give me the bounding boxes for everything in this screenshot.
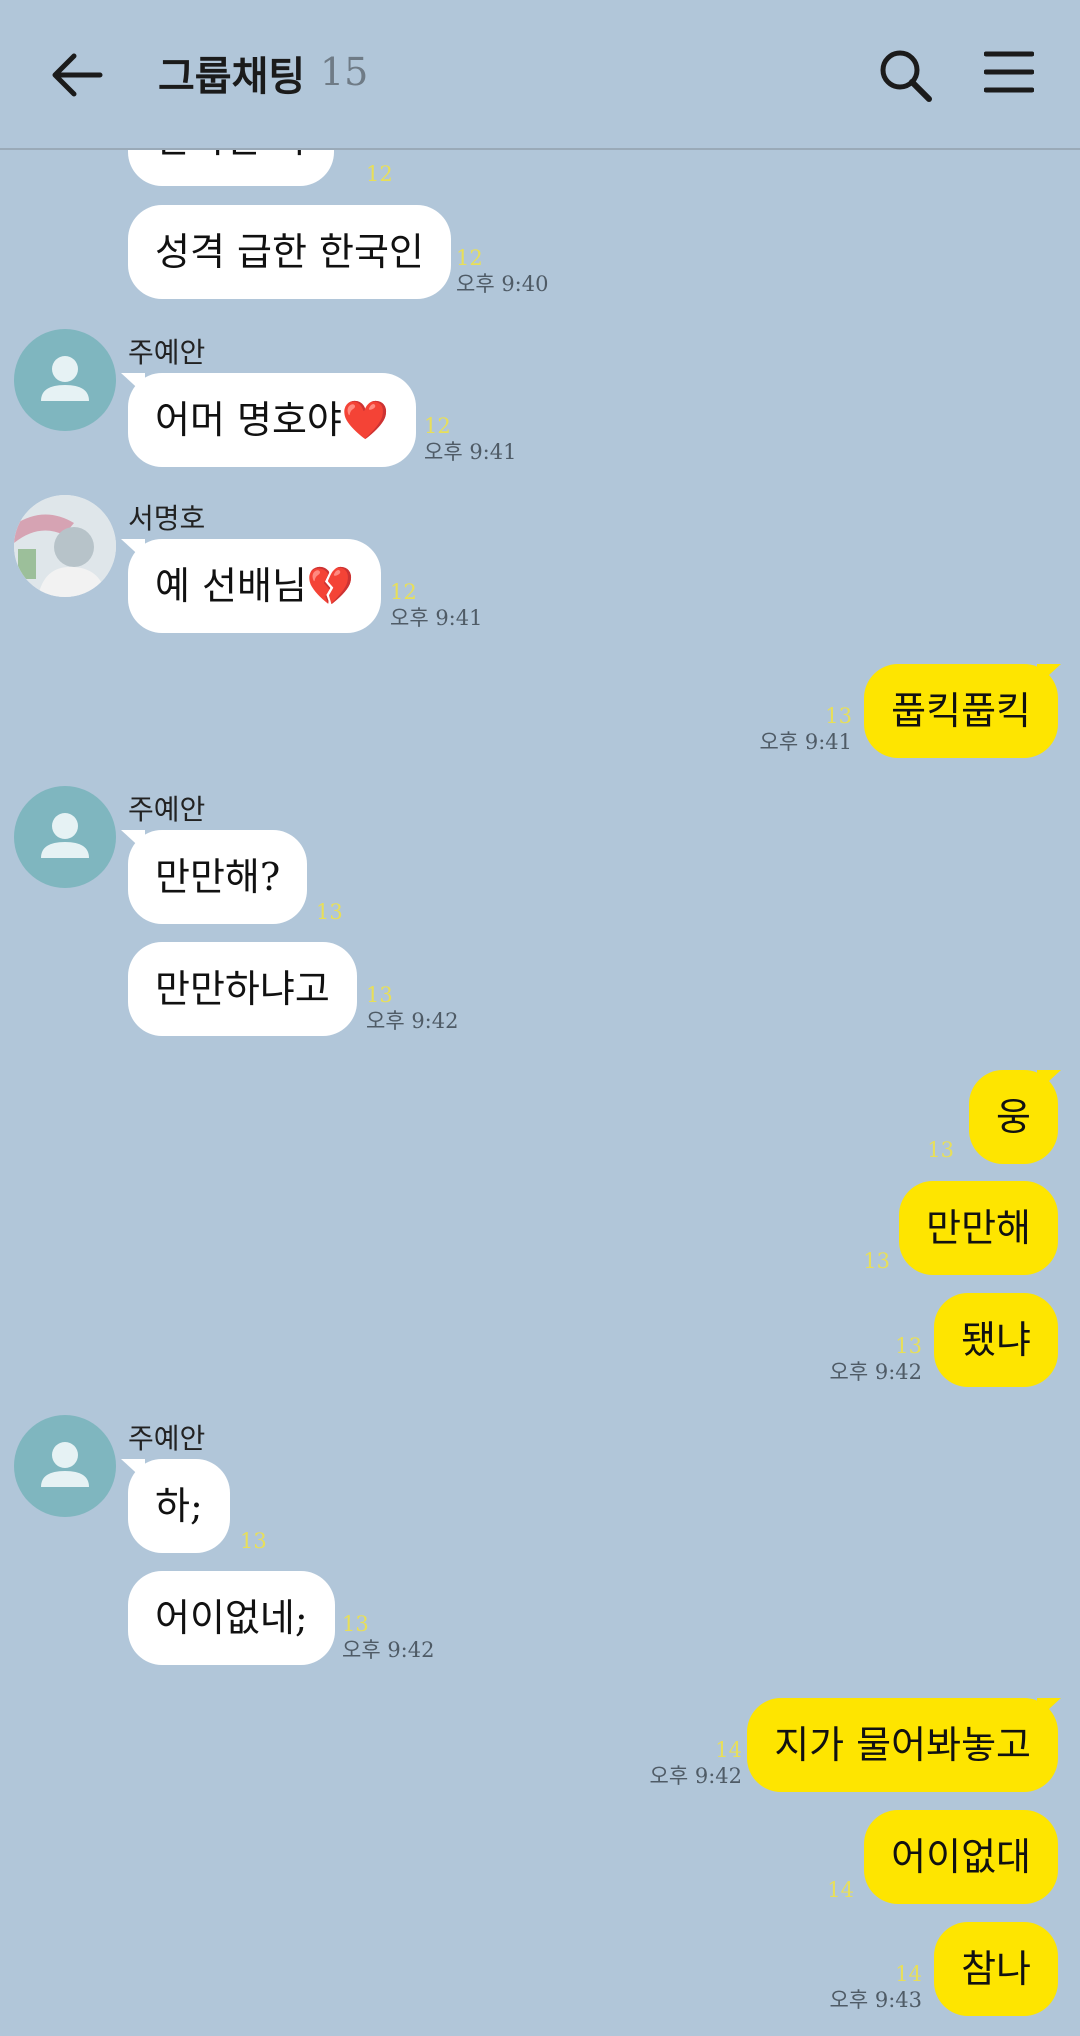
- avatar[interactable]: [14, 786, 116, 888]
- avatar[interactable]: [14, 329, 116, 431]
- message-bubble[interactable]: 어이없대: [864, 1810, 1058, 1904]
- message-bubble[interactable]: 어머 명호야❤️: [128, 373, 417, 467]
- unread-count: 14: [715, 1738, 742, 1762]
- message-meta: 13: [316, 900, 343, 924]
- default-avatar-icon: [41, 1442, 89, 1487]
- unread-count: 13: [927, 1138, 954, 1162]
- unread-count: 13: [366, 983, 393, 1007]
- message-bubble[interactable]: 됐냐: [934, 1293, 1058, 1387]
- unread-count: 13: [342, 1612, 369, 1636]
- message-bubble[interactable]: 어이없네;: [128, 1571, 335, 1665]
- timestamp: 오후 9:41: [759, 730, 852, 754]
- member-count: 15: [320, 50, 369, 94]
- message-bubble[interactable]: 풉킥풉킥: [864, 664, 1058, 758]
- timestamp: 오후 9:43: [829, 1988, 922, 2012]
- menu-button[interactable]: [983, 50, 1035, 94]
- message-meta: 14 오후 9:42: [650, 1738, 742, 1788]
- message-bubble[interactable]: 웅: [969, 1070, 1058, 1164]
- message-meta: 12: [366, 162, 393, 186]
- sender-name: 주예안: [128, 1422, 206, 1455]
- message-meta: 13 오후 9:41: [760, 704, 852, 754]
- unread-count: 13: [895, 1334, 922, 1358]
- chat-header: 그룹채팅 15: [0, 0, 1080, 150]
- timestamp: 오후 9:42: [366, 1009, 459, 1033]
- message-bubble[interactable]: 만만해: [899, 1181, 1058, 1275]
- menu-icon: [983, 51, 1035, 93]
- message-meta: 13 오후 9:42: [830, 1334, 922, 1384]
- unread-count: 13: [240, 1529, 267, 1553]
- timestamp: 오후 9:42: [829, 1360, 922, 1384]
- timestamp: 오후 9:41: [390, 606, 483, 630]
- default-avatar-icon: [41, 356, 89, 401]
- avatar[interactable]: [14, 495, 116, 597]
- message-meta: 12 오후 9:41: [390, 580, 482, 630]
- unread-count: 12: [456, 246, 483, 270]
- search-icon: [880, 50, 932, 102]
- sender-name: 주예안: [128, 336, 206, 369]
- unread-count: 13: [825, 704, 852, 728]
- message-bubble[interactable]: 하;: [128, 1459, 230, 1553]
- message-meta: 13 오후 9:42: [366, 983, 458, 1033]
- message-meta: 14: [827, 1878, 854, 1902]
- message-bubble[interactable]: 예 선배님💔: [128, 539, 382, 633]
- message-bubble[interactable]: 참나: [934, 1922, 1058, 2016]
- chat-title: 그룹채팅: [158, 54, 306, 100]
- arrow-left-icon: [52, 53, 103, 97]
- message-bubble[interactable]: 지가 물어봐놓고: [747, 1698, 1058, 1792]
- unread-count: 12: [390, 580, 417, 604]
- message-meta: 12 오후 9:41: [424, 414, 516, 464]
- sender-name: 주예안: [128, 793, 206, 826]
- message-meta: 13: [240, 1529, 267, 1553]
- default-avatar-icon: [41, 813, 89, 858]
- unread-count: 12: [424, 414, 451, 438]
- sender-name: 서명호: [128, 502, 206, 535]
- unread-count: 12: [366, 162, 393, 186]
- message-bubble[interactable]: 만만하냐고: [128, 942, 357, 1036]
- message-meta: 13: [863, 1249, 890, 1273]
- message-bubble[interactable]: 성격 급한 한국인: [128, 205, 451, 299]
- unread-count: 13: [863, 1249, 890, 1273]
- message-meta: 13: [927, 1138, 954, 1162]
- timestamp: 오후 9:40: [456, 272, 549, 296]
- message-meta: 14 오후 9:43: [830, 1962, 922, 2012]
- timestamp: 오후 9:42: [649, 1764, 742, 1788]
- unread-count: 14: [827, 1878, 854, 1902]
- profile-photo: [14, 495, 116, 597]
- unread-count: 13: [316, 900, 343, 924]
- timestamp: 오후 9:41: [424, 440, 517, 464]
- search-button[interactable]: [876, 46, 934, 104]
- message-bubble[interactable]: 만만해?: [128, 830, 308, 924]
- avatar[interactable]: [14, 1415, 116, 1517]
- timestamp: 오후 9:42: [342, 1638, 435, 1662]
- back-button[interactable]: [48, 48, 106, 102]
- message-meta: 13 오후 9:42: [342, 1612, 434, 1662]
- unread-count: 14: [895, 1962, 922, 1986]
- message-meta: 12 오후 9:40: [456, 246, 548, 296]
